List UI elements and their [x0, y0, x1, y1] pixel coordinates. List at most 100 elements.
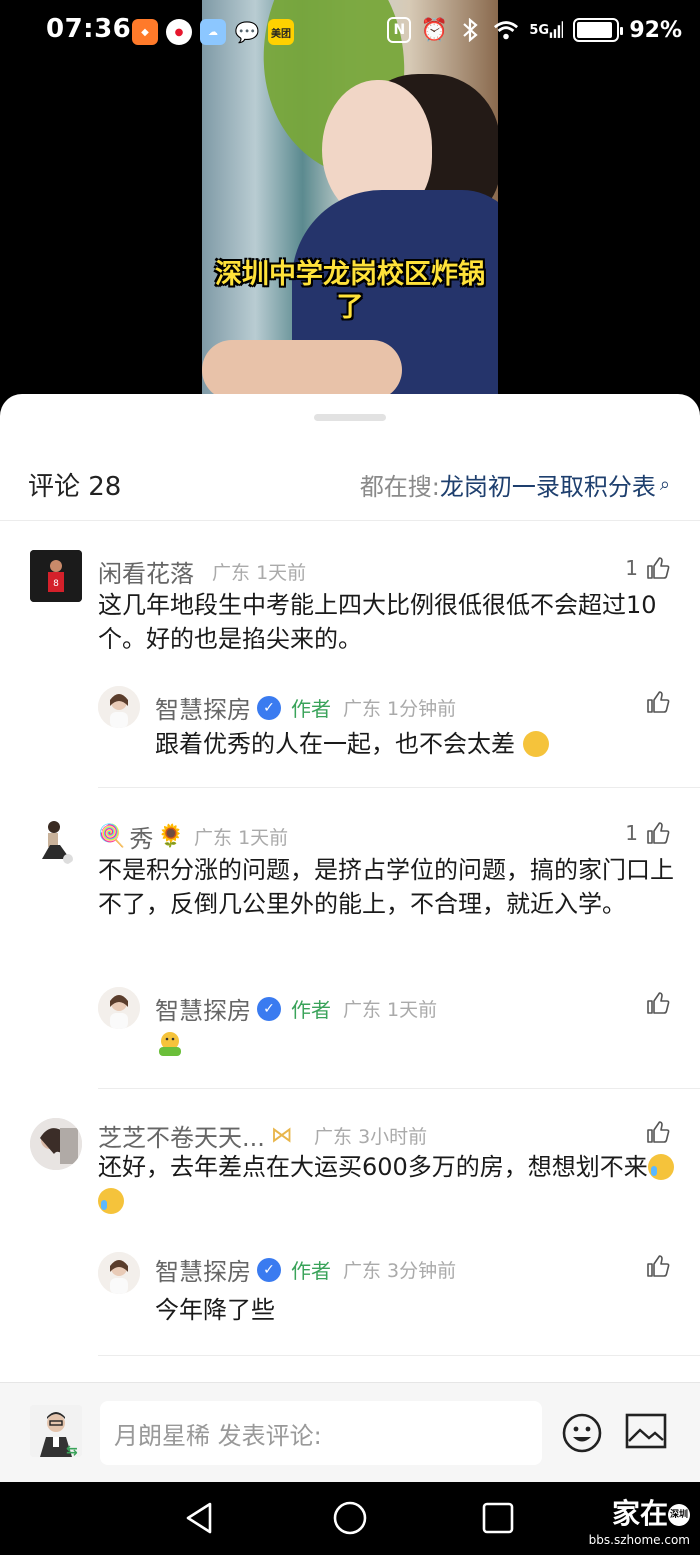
comment-meta: 广东 3小时前 — [314, 1122, 427, 1149]
back-icon[interactable] — [182, 1500, 218, 1536]
like-button[interactable]: 1 — [625, 821, 670, 845]
avatar[interactable]: 8 — [30, 550, 82, 602]
notification-icons: ◆ ● ☁ 💬 美团 — [132, 19, 294, 45]
comment-meta: 广东 1天前 — [212, 558, 306, 585]
reply-location: 广东 — [343, 1260, 382, 1282]
weather-icon: ☁ — [200, 19, 226, 45]
thumbs-up-icon — [647, 1255, 670, 1277]
reply-header: 智慧探房 ✓ 作者 广东 3分钟前 — [155, 1252, 456, 1287]
author-tag: 作者 — [291, 1259, 331, 1283]
drag-handle[interactable] — [314, 414, 386, 421]
weibo-icon: ● — [166, 19, 192, 45]
hot-search-prefix: 都在搜: — [359, 473, 440, 501]
video-frame-arm — [202, 340, 402, 394]
reply-location: 广东 — [343, 999, 382, 1021]
comment-username-row: 芝芝不卷天天... ⋈ — [98, 1118, 293, 1153]
reply-avatar[interactable] — [98, 686, 140, 728]
author-tag: 作者 — [291, 998, 331, 1022]
lollipop-emoji-icon: 🍭 — [98, 824, 126, 849]
hot-search-term: 龙岗初一录取积分表 — [439, 473, 656, 501]
thumbs-up-icon — [647, 1121, 670, 1143]
nfc-icon: N — [387, 17, 412, 43]
reply-header: 智慧探房 ✓ 作者 广东 1天前 — [155, 991, 437, 1026]
comment-text: 不是积分涨的问题，是挤占学位的问题，搞的家门口上不了，反倒几公里外的能上，不合理… — [98, 856, 674, 918]
emoji-icon[interactable] — [561, 1412, 603, 1454]
wechat-icon: 💬 — [234, 20, 260, 44]
comment-username-row: 🍭 秀 🌻 — [98, 819, 185, 854]
thumbs-up-icon — [647, 992, 670, 1014]
comment-sheet: 评论 28 都在搜: 龙岗初一录取积分表 ⌕ 8 闲看花落 广东 1天前 1 这… — [0, 394, 700, 1482]
watermark-main: 家在 — [611, 1497, 668, 1530]
status-bar: 07:36 ◆ ● ☁ 💬 美团 N ⏰ 5G 92% — [0, 0, 700, 66]
comment-location: 广东 — [194, 827, 233, 849]
wifi-icon — [493, 17, 519, 43]
comment-location: 广东 — [314, 1126, 353, 1148]
reply-username[interactable]: 智慧探房 — [155, 991, 251, 1026]
comment-item: 🍭 秀 🌻 广东 1天前 1 不是积分涨的问题，是挤占学位的问题，搞的家门口上不… — [0, 809, 700, 1089]
comment-username[interactable]: 秀 — [129, 819, 153, 854]
reply-text-row: 跟着优秀的人在一起，也不会太差 — [155, 724, 549, 759]
image-icon[interactable] — [625, 1413, 667, 1451]
reply-text: 今年降了些 — [155, 1296, 275, 1324]
reply-time: 1分钟前 — [387, 698, 457, 720]
comment-text: 这几年地段生中考能上四大比例很低很低不会超过10个。好的也是掐尖来的。 — [98, 591, 657, 653]
reply-like-button[interactable] — [646, 991, 670, 1015]
taobao-icon: ◆ — [132, 19, 158, 45]
reply-time: 1天前 — [387, 999, 438, 1021]
thumbs-up-icon — [647, 691, 670, 713]
reply-location: 广东 — [343, 698, 382, 720]
crying-laughing-emoji-icon — [647, 1154, 674, 1180]
thumbs-up-icon — [647, 822, 670, 844]
thumbs-up-icon — [647, 557, 670, 579]
author-tag: 作者 — [291, 697, 331, 721]
system-status-icons: N ⏰ 5G 92% — [387, 17, 682, 43]
header-divider — [0, 520, 700, 521]
reply-avatar[interactable] — [98, 987, 140, 1029]
battery-level — [577, 22, 613, 38]
bluetooth-icon — [457, 17, 483, 43]
switch-identity-icon[interactable]: ⇆ — [66, 1443, 78, 1459]
search-icon: ⌕ — [659, 474, 670, 495]
comment-item: 8 闲看花落 广东 1天前 1 这几年地段生中考能上四大比例很低很低不会超过10… — [0, 544, 700, 789]
avatar[interactable] — [30, 1118, 82, 1170]
recents-icon[interactable] — [480, 1500, 516, 1536]
reply-like-button[interactable] — [646, 1254, 670, 1278]
comment-username[interactable]: 闲看花落 — [98, 554, 194, 589]
reply-text-row — [155, 1029, 185, 1065]
comment-time: 1天前 — [256, 562, 307, 584]
verified-badge-icon: ✓ — [257, 695, 281, 720]
comment-divider — [98, 1088, 700, 1089]
comment-count: 评论 28 — [28, 472, 122, 502]
comment-text: 还好，去年差点在大运买600多万的房，想想划不来 — [98, 1153, 648, 1181]
alarm-icon: ⏰ — [420, 17, 449, 43]
hug-emoji-icon — [159, 1032, 181, 1056]
hot-search-link[interactable]: 都在搜: 龙岗初一录取积分表 ⌕ — [360, 467, 670, 502]
reply-username[interactable]: 智慧探房 — [155, 690, 251, 725]
like-button[interactable] — [638, 1120, 670, 1144]
reply-time: 3分钟前 — [387, 1260, 457, 1282]
site-watermark: 家在 深圳 bbs.szhome.com — [589, 1500, 690, 1546]
comment-username[interactable]: 芝芝不卷天天... — [98, 1118, 265, 1153]
grin-emoji-icon — [522, 731, 549, 757]
comment-input[interactable]: 月朗星稀 发表评论: — [100, 1401, 542, 1465]
comment-time: 1天前 — [238, 827, 289, 849]
like-button[interactable]: 1 — [625, 556, 670, 580]
avatar[interactable] — [30, 815, 82, 867]
reply-text: 跟着优秀的人在一起，也不会太差 — [155, 730, 515, 758]
comment-time: 3小时前 — [358, 1126, 428, 1148]
reply-username[interactable]: 智慧探房 — [155, 1252, 251, 1287]
status-time: 07:36 — [46, 14, 132, 44]
sunflower-emoji-icon: 🌻 — [157, 824, 185, 849]
comment-location: 广东 — [212, 562, 251, 584]
meituan-icon: 美团 — [268, 19, 294, 45]
like-count: 1 — [625, 821, 638, 845]
reply-like-button[interactable] — [646, 690, 670, 714]
home-icon[interactable] — [332, 1500, 368, 1536]
verified-badge-icon: ✓ — [257, 1257, 281, 1282]
comment-text-row: 还好，去年差点在大运买600多万的房，想想划不来 — [98, 1150, 678, 1218]
video-caption: 深圳中学龙岗校区炸锅了 — [215, 259, 485, 323]
watermark-seal: 深圳 — [668, 1504, 690, 1526]
watermark-site: bbs.szhome.com — [588, 1533, 690, 1547]
reply-avatar[interactable] — [98, 1252, 140, 1294]
crying-laughing-emoji-icon — [98, 1188, 124, 1214]
